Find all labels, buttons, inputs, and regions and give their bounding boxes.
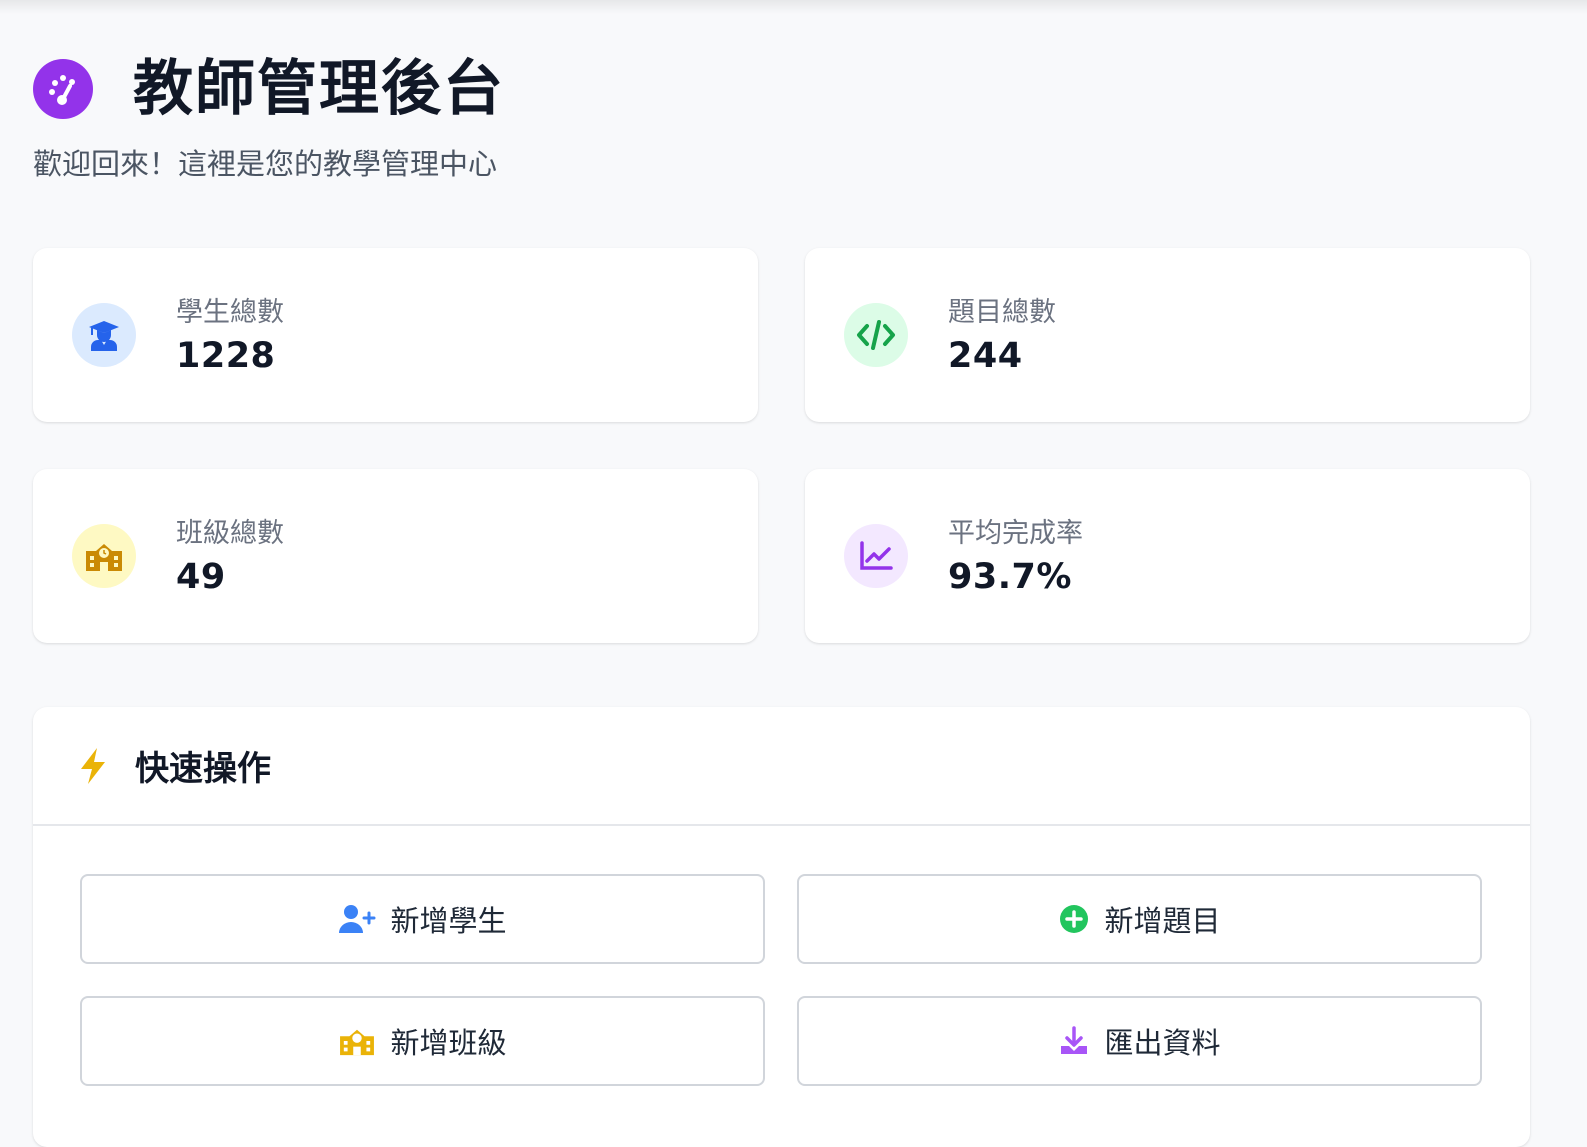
top-shadow xyxy=(0,0,1587,14)
button-label: 新增題目 xyxy=(1104,904,1221,938)
stat-card-classes: 班級總數 49 xyxy=(33,469,758,643)
download-icon xyxy=(1058,1025,1090,1057)
stat-label: 班級總數 xyxy=(176,518,284,549)
add-question-button[interactable]: 新增題目 xyxy=(797,874,1482,964)
button-label: 新增學生 xyxy=(390,904,507,938)
button-label: 新增班級 xyxy=(390,1026,507,1060)
line-chart-icon xyxy=(844,524,908,588)
school-icon xyxy=(338,1025,376,1057)
page-subtitle: 歡迎回來！這裡是您的教學管理中心 xyxy=(33,147,498,181)
page-title: 教師管理後台 xyxy=(133,54,505,124)
code-icon xyxy=(844,303,908,367)
stat-card-questions: 題目總數 244 xyxy=(805,248,1530,422)
user-plus-icon xyxy=(338,903,376,935)
stat-label: 平均完成率 xyxy=(948,518,1083,549)
quick-actions-panel: 快速操作 新增學生 新增題目 新增班級 匯出資料 xyxy=(33,707,1530,1147)
add-class-button[interactable]: 新增班級 xyxy=(80,996,765,1086)
graduate-icon xyxy=(72,303,136,367)
stat-value: 49 xyxy=(176,557,226,597)
stat-value: 93.7% xyxy=(948,557,1072,597)
dashboard-gauge-icon xyxy=(33,59,93,119)
panel-title: 快速操作 xyxy=(135,749,271,789)
stat-card-students: 學生總數 1228 xyxy=(33,248,758,422)
add-student-button[interactable]: 新增學生 xyxy=(80,874,765,964)
plus-circle-icon xyxy=(1058,903,1090,935)
title-row: 教師管理後台 xyxy=(33,56,505,122)
export-data-button[interactable]: 匯出資料 xyxy=(797,996,1482,1086)
panel-header: 快速操作 xyxy=(33,707,1530,826)
stat-card-completion: 平均完成率 93.7% xyxy=(805,469,1530,643)
school-icon xyxy=(72,524,136,588)
stat-label: 題目總數 xyxy=(948,297,1056,328)
button-label: 匯出資料 xyxy=(1104,1026,1221,1060)
bolt-icon xyxy=(77,746,109,786)
stat-value: 244 xyxy=(948,336,1023,376)
stat-label: 學生總數 xyxy=(176,297,284,328)
stat-value: 1228 xyxy=(176,336,276,376)
page-header: 教師管理後台 歡迎回來！這裡是您的教學管理中心 xyxy=(33,56,505,181)
